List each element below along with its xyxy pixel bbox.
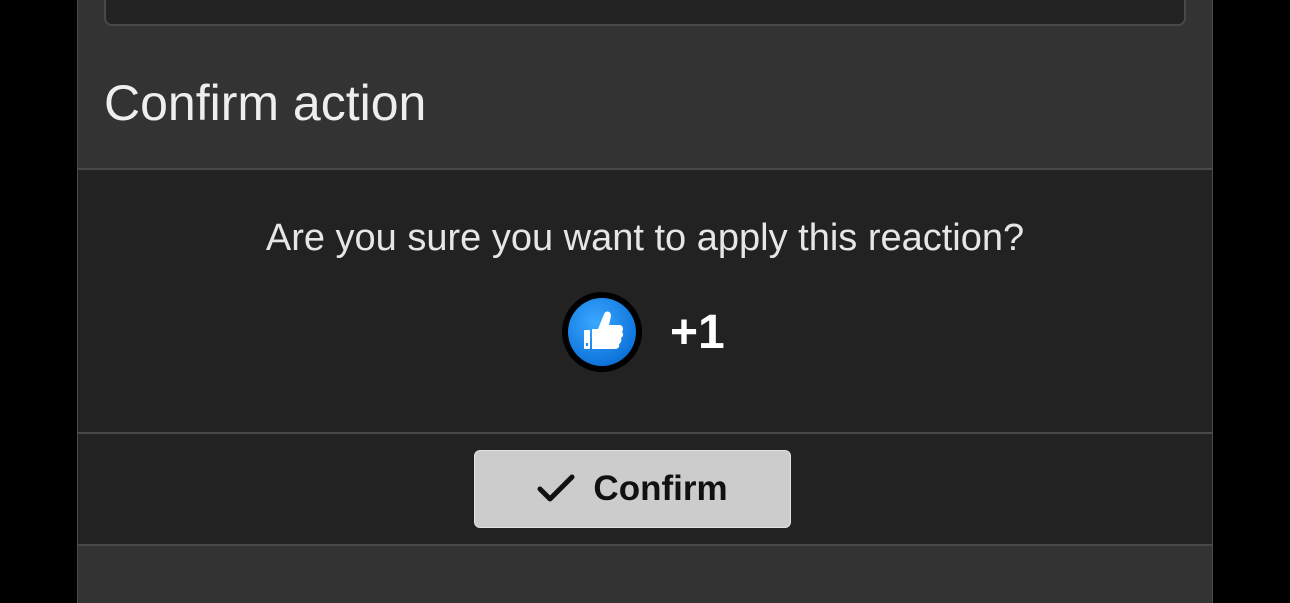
previous-content-box xyxy=(104,0,1186,26)
confirmation-question: Are you sure you want to apply this reac… xyxy=(265,217,1025,259)
below-dialog-area xyxy=(78,546,1212,603)
reaction-preview: +1 xyxy=(562,292,725,372)
dialog-title: Confirm action xyxy=(104,75,427,131)
dialog-footer: Confirm xyxy=(78,434,1212,546)
reaction-label: +1 xyxy=(670,305,725,359)
confirm-button-label: Confirm xyxy=(593,469,728,508)
dialog-header: Confirm action xyxy=(78,38,1212,168)
dialog-body: Are you sure you want to apply this reac… xyxy=(78,168,1212,434)
thumbs-up-icon xyxy=(562,292,642,372)
dialog-panel: Confirm action Are you sure you want to … xyxy=(77,0,1213,603)
confirm-button[interactable]: Confirm xyxy=(474,450,791,528)
checkmark-icon xyxy=(537,474,575,504)
